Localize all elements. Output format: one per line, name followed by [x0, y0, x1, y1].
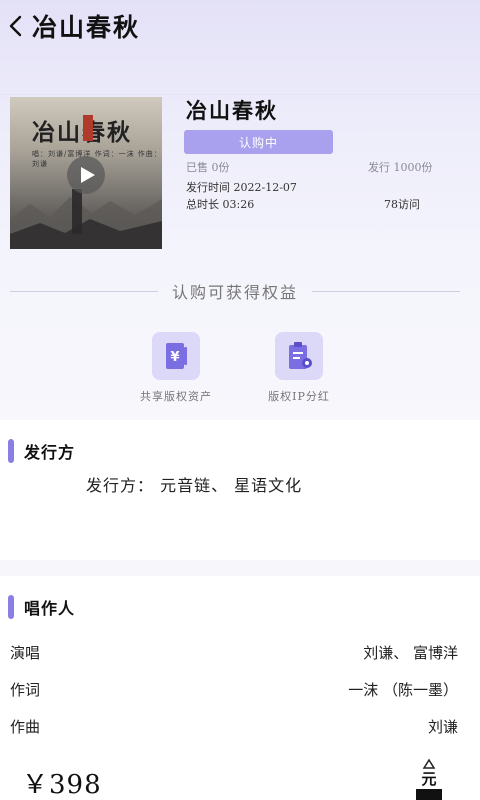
section-accent-bar	[8, 595, 14, 619]
duration: 总时长 03:26	[186, 198, 255, 211]
section-accent-bar	[8, 439, 14, 463]
composer-value: 刘谦	[427, 718, 458, 736]
divider-right	[312, 290, 461, 292]
cover-seal	[83, 115, 93, 141]
release-time: 发行时间 2022-12-07	[186, 181, 297, 194]
benefit-label: 共享版权资产	[140, 390, 212, 403]
page-title: 冶山春秋	[32, 13, 141, 42]
top-bar: 冶山春秋	[0, 0, 480, 52]
price: ￥398	[22, 770, 102, 800]
benefits-title: 认购可获得权益	[172, 283, 299, 302]
singer-value: 刘谦、 富博洋	[363, 644, 458, 662]
issuer-heading: 发行方	[8, 439, 75, 463]
yuanyinlian-logo[interactable]: 元	[408, 758, 450, 800]
song-title: 冶山春秋	[186, 98, 278, 123]
status-button[interactable]: 认购中	[184, 130, 333, 154]
issuer-text: 发行方： 元音链、 星语文化	[86, 476, 303, 495]
svg-text:元: 元	[421, 770, 436, 788]
divider-left	[10, 290, 158, 292]
sold-count: 已售 0份	[186, 161, 230, 174]
svg-text:¥: ¥	[170, 350, 179, 365]
benefit-ip-dividend[interactable]: 版权IP分红	[249, 332, 349, 404]
composer-label: 作曲	[10, 718, 41, 736]
cover-title: 冶山春秋	[32, 119, 132, 146]
creators-title: 唱作人	[24, 599, 76, 618]
creators-heading: 唱作人	[8, 595, 75, 619]
album-cover[interactable]: 冶山春秋 唱：刘谦/富博洋 作词：一沫 作曲：刘谦	[10, 97, 162, 249]
benefit-label: 版权IP分红	[268, 390, 330, 403]
lyricist-value: 一沫 （陈一墨）	[348, 681, 458, 699]
chevron-left-icon[interactable]	[0, 0, 30, 52]
play-icon[interactable]	[67, 156, 105, 194]
singer-label: 演唱	[10, 644, 41, 662]
issuer-title: 发行方	[24, 443, 76, 462]
benefits-header: 认购可获得权益	[10, 278, 461, 304]
clipboard-share-icon	[275, 332, 323, 380]
visit-count: 78访问	[384, 198, 420, 211]
issued-count: 发行 1000份	[368, 161, 433, 174]
section-gap	[0, 560, 480, 576]
yen-book-icon: ¥	[152, 332, 200, 380]
lyricist-label: 作词	[10, 681, 41, 699]
benefit-shared-copyright[interactable]: ¥ 共享版权资产	[126, 332, 226, 404]
